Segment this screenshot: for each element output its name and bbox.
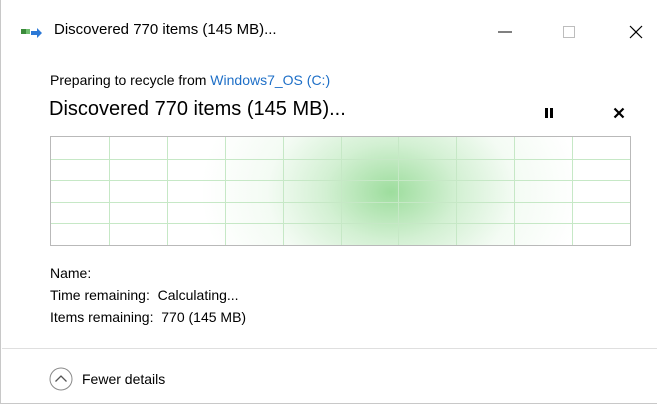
operation-status: Discovered 770 items (145 MB)... — [49, 98, 346, 120]
items-remaining-value: 770 (145 MB) — [161, 309, 247, 325]
maximize-button[interactable] — [549, 14, 589, 50]
footer-divider — [2, 348, 657, 349]
items-remaining-label: Items remaining: — [50, 309, 154, 325]
recycle-transfer-icon — [21, 28, 42, 38]
chevron-up-circle-icon — [49, 367, 73, 391]
time-remaining-label: Time remaining: — [50, 287, 150, 303]
details-panel: Name: Time remaining: Calculating... Ite… — [50, 262, 246, 328]
progress-speed-graph — [50, 136, 631, 246]
window-title: Discovered 770 items (145 MB)... — [54, 21, 277, 38]
fewer-details-label: Fewer details — [82, 371, 166, 387]
pause-button[interactable] — [536, 100, 562, 126]
graph-grid — [51, 137, 630, 245]
name-row: Name: — [50, 262, 246, 284]
name-label: Name: — [50, 265, 92, 281]
cancel-button[interactable] — [606, 100, 632, 126]
fewer-details-toggle[interactable]: Fewer details — [49, 366, 165, 392]
items-remaining-row: Items remaining: 770 (145 MB) — [50, 306, 246, 328]
pause-icon — [545, 108, 553, 118]
subtitle-text: Preparing to recycle from — [50, 72, 211, 88]
close-icon — [629, 25, 643, 39]
title-bar[interactable]: Discovered 770 items (145 MB)... — [1, 0, 657, 62]
minimize-icon — [498, 31, 512, 33]
maximize-icon — [563, 26, 575, 38]
operation-subtitle: Preparing to recycle from Windows7_OS (C… — [50, 72, 330, 88]
time-remaining-value: Calculating... — [157, 287, 239, 303]
minimize-button[interactable] — [485, 14, 525, 50]
close-button[interactable] — [616, 14, 656, 50]
time-remaining-row: Time remaining: Calculating... — [50, 284, 246, 306]
cancel-icon — [613, 107, 625, 119]
source-drive-link[interactable]: Windows7_OS (C:) — [210, 72, 330, 88]
recycle-progress-dialog: Discovered 770 items (145 MB)... Prepari… — [0, 0, 657, 404]
